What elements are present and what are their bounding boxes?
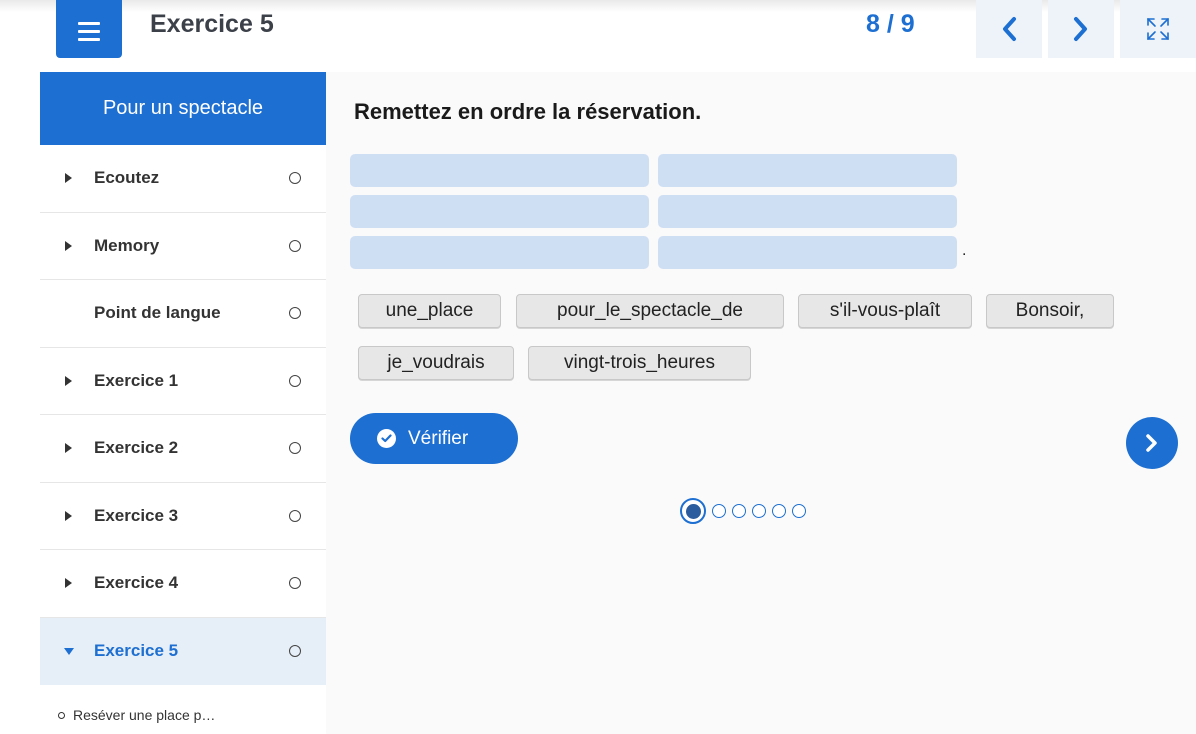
sidebar-item-label: Exercice 2	[94, 438, 179, 458]
sidebar-item-label: Exercice 4	[94, 573, 179, 593]
pagination-dot[interactable]	[772, 504, 786, 518]
status-circle-icon	[289, 172, 301, 185]
chevron-right-icon	[1074, 17, 1087, 41]
chevron-left-icon	[1003, 17, 1016, 41]
pagination-dot[interactable]	[792, 504, 806, 518]
sidebar-item-exercice-2[interactable]: Exercice 2	[40, 415, 326, 483]
sidebar-item-exercice-4[interactable]: Exercice 4	[40, 550, 326, 618]
word-chip[interactable]: je_voudrais	[358, 346, 514, 380]
next-exercise-button[interactable]	[1126, 417, 1178, 469]
caret-right-icon	[65, 443, 72, 454]
hamburger-icon-line	[78, 29, 100, 33]
sidebar-header[interactable]: Pour un spectacle	[40, 72, 326, 145]
page-counter: 8 / 9	[866, 10, 915, 38]
drop-slot[interactable]	[658, 195, 957, 228]
caret-right-icon	[65, 510, 72, 521]
word-chip[interactable]: pour_le_spectacle_de	[516, 294, 784, 328]
drop-slot[interactable]	[658, 236, 957, 269]
sidebar-subitem[interactable]: Reséver une place p…	[40, 685, 326, 734]
word-chip[interactable]: vingt-trois_heures	[528, 346, 751, 380]
bullet-circle-icon	[58, 711, 65, 719]
caret-right-icon	[65, 375, 72, 386]
sidebar-item-label: Exercice 5	[94, 641, 179, 661]
hamburger-icon	[78, 21, 100, 25]
status-circle-icon	[289, 577, 301, 590]
sentence-period: .	[962, 242, 967, 259]
sidebar-item-label: Point de langue	[94, 303, 221, 323]
pagination-dot-active[interactable]	[680, 498, 706, 524]
sidebar-item-label: Ecoutez	[94, 168, 160, 188]
pagination-dots	[680, 498, 806, 524]
chevron-right-icon	[1146, 434, 1157, 452]
top-bar: Exercice 5 8 / 9	[0, 0, 1196, 72]
word-chip[interactable]: Bonsoir,	[986, 294, 1114, 328]
exercise-instruction: Remettez en ordre la réservation.	[354, 99, 702, 124]
verify-button[interactable]: Vérifier	[350, 413, 518, 464]
status-circle-icon	[289, 645, 301, 658]
fullscreen-button[interactable]	[1120, 0, 1196, 58]
caret-right-icon	[65, 173, 72, 184]
sidebar-item-exercice-5[interactable]: Exercice 5	[40, 617, 326, 685]
sidebar-item-memory[interactable]: Memory	[40, 213, 326, 280]
sidebar-item-label: Exercice 3	[94, 505, 179, 525]
verify-button-label: Vérifier	[408, 427, 469, 449]
fullscreen-icon	[1147, 18, 1169, 40]
word-chip[interactable]: s'il-vous-plaît	[798, 294, 972, 328]
status-circle-icon	[289, 307, 301, 320]
sidebar-subitem-label: Reséver une place p…	[73, 707, 216, 723]
drop-slot[interactable]	[350, 195, 649, 228]
status-circle-icon	[289, 509, 301, 522]
drop-slot[interactable]	[658, 154, 957, 187]
sidebar: Pour un spectacle Ecoutez Memory Point d…	[40, 72, 326, 734]
pagination-dot[interactable]	[732, 504, 746, 518]
caret-right-icon	[65, 240, 72, 251]
sidebar-item-exercice-3[interactable]: Exercice 3	[40, 483, 326, 550]
sidebar-item-label: Exercice 1	[94, 370, 179, 390]
sidebar-item-ecoutez[interactable]: Ecoutez	[40, 145, 326, 213]
sidebar-item-exercice-1[interactable]: Exercice 1	[40, 348, 326, 415]
drop-slot[interactable]	[350, 236, 649, 269]
sidebar-item-label: Memory	[94, 235, 160, 255]
pagination-dot[interactable]	[712, 504, 726, 518]
status-circle-icon	[289, 239, 301, 252]
status-circle-icon	[289, 374, 301, 387]
drop-slot[interactable]	[350, 154, 649, 187]
status-circle-icon	[289, 442, 301, 455]
caret-right-icon	[65, 578, 72, 589]
pagination-dot[interactable]	[752, 504, 766, 518]
sidebar-item-point-de-langue[interactable]: Point de langue	[40, 280, 326, 348]
previous-page-button[interactable]	[976, 0, 1042, 58]
next-page-button[interactable]	[1048, 0, 1114, 58]
menu-button[interactable]	[56, 0, 122, 58]
check-circle-icon	[377, 429, 396, 448]
hamburger-icon-line	[78, 37, 100, 41]
page-title: Exercice 5	[150, 10, 274, 38]
caret-down-icon	[64, 647, 74, 655]
word-chip[interactable]: une_place	[358, 294, 501, 328]
exercise-panel: Remettez en ordre la réservation. . une_…	[326, 72, 1196, 734]
